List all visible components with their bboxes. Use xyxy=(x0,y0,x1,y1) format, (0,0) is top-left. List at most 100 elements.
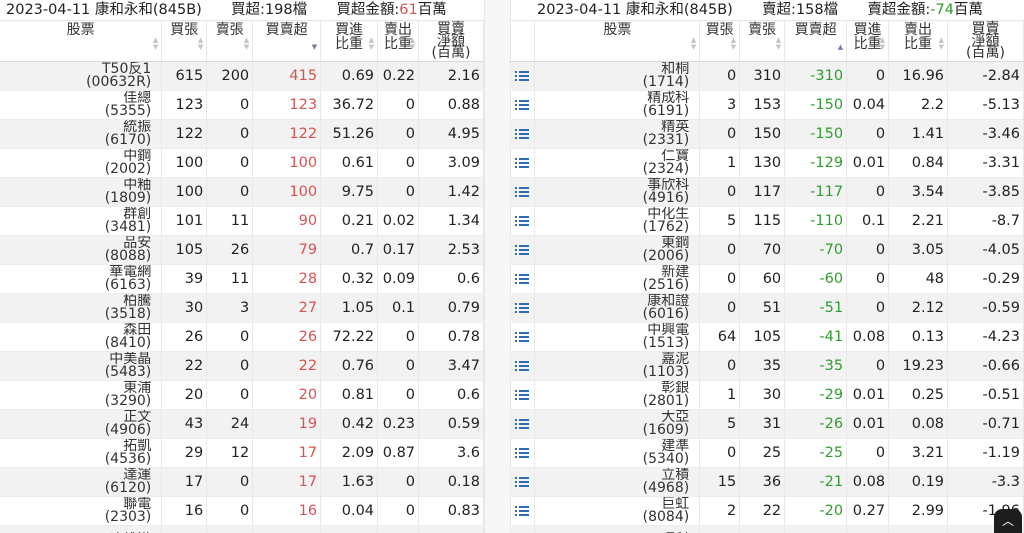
stock-cell[interactable]: 達運 (6120) xyxy=(0,467,163,497)
row-action-cell[interactable] xyxy=(509,496,536,526)
stock-cell[interactable]: 中鋼 (2002) xyxy=(0,148,163,178)
table-row[interactable]: 精英 (2331) 0 150 -150 0 1.41 -3.46 xyxy=(509,119,1024,149)
stock-cell[interactable]: 嘉泥 (1103) xyxy=(534,351,701,381)
table-row[interactable]: 中化生 (1762) 5 115 -110 0.1 2.21 -8.7 xyxy=(509,206,1024,236)
stock-cell[interactable]: 佳總 (5355) xyxy=(0,90,163,120)
col-header-net[interactable]: 買賣超 ▼ xyxy=(252,21,322,62)
stock-cell[interactable]: 大亞 (1609) xyxy=(534,409,701,439)
list-icon[interactable] xyxy=(514,360,529,372)
list-icon[interactable] xyxy=(514,244,529,256)
row-action-cell[interactable] xyxy=(509,380,536,410)
table-row[interactable]: 建準 (5340) 0 25 -25 0 3.21 -1.19 xyxy=(509,438,1024,468)
row-action-cell[interactable] xyxy=(509,177,536,207)
row-action-cell[interactable] xyxy=(509,438,536,468)
col-header-stock[interactable]: 股票 ▲ ▼ xyxy=(0,21,163,62)
stock-cell[interactable]: 中化生 (1762) xyxy=(534,206,701,236)
stock-cell[interactable]: 中興電 (1513) xyxy=(534,322,701,352)
list-icon[interactable] xyxy=(514,273,529,285)
row-action-cell[interactable] xyxy=(509,409,536,439)
stock-cell[interactable]: 環科 xyxy=(534,525,701,533)
stock-cell[interactable]: 康和證 (6016) xyxy=(534,293,701,323)
stock-cell[interactable]: 森田 (8410) xyxy=(0,322,163,352)
stock-cell[interactable]: 中釉 (1809) xyxy=(0,177,163,207)
table-row[interactable]: 仁寶 (2324) 1 130 -129 0.01 0.84 -3.31 xyxy=(509,148,1024,178)
list-icon[interactable] xyxy=(514,331,529,343)
col-header-buy-ratio[interactable]: 買進 比重 ▲ ▼ xyxy=(846,21,890,62)
stock-cell[interactable]: 立積 (4968) xyxy=(534,467,701,497)
row-action-cell[interactable] xyxy=(509,206,536,236)
table-row[interactable]: 事欣科 (4916) 0 117 -117 0 3.54 -3.85 xyxy=(509,177,1024,207)
col-header-sell-ratio[interactable]: 賣出 比重 ▲ ▼ xyxy=(377,21,420,62)
row-action-cell[interactable] xyxy=(509,148,536,178)
table-row[interactable]: 環科524-190.040.2-0.… xyxy=(509,525,1024,533)
table-row[interactable]: 中興電 (1513) 64 105 -41 0.08 0.13 -4.23 xyxy=(509,322,1024,352)
table-row[interactable]: 華電網 (6163) 39 11 28 0.32 0.09 0.6 xyxy=(0,264,484,294)
stock-cell[interactable]: 和桐 (1714) xyxy=(534,61,701,91)
stock-cell[interactable]: 新建 (2516) xyxy=(534,264,701,294)
table-row[interactable]: 拓凱 (4536) 29 12 17 2.09 0.87 3.6 xyxy=(0,438,484,468)
stock-cell[interactable]: T50反1 (00632R) xyxy=(0,61,163,91)
table-row[interactable]: 柏騰 (3518) 30 3 27 1.05 0.1 0.79 xyxy=(0,293,484,323)
stock-cell[interactable]: 品安 (8088) xyxy=(0,235,163,265)
col-header-sell[interactable]: 賣張 ▲ ▼ xyxy=(739,21,786,62)
table-row[interactable]: 品安 (8088) 105 26 79 0.7 0.17 2.53 xyxy=(0,235,484,265)
col-header-net[interactable]: 買賣超 ▲ xyxy=(784,21,848,62)
col-header-stock[interactable]: 股票 ▲ ▼ xyxy=(534,21,701,62)
list-icon[interactable] xyxy=(514,418,529,430)
stock-cell[interactable]: 聯電 (2303) xyxy=(0,496,163,526)
stock-cell[interactable]: 柏騰 (3518) xyxy=(0,293,163,323)
row-action-cell[interactable] xyxy=(509,351,536,381)
table-row[interactable]: 中美晶 (5483) 22 0 22 0.76 0 3.47 xyxy=(0,351,484,381)
stock-cell[interactable]: 精成科 (6191) xyxy=(534,90,701,120)
stock-cell[interactable]: 仁寶 (2324) xyxy=(534,148,701,178)
list-icon[interactable] xyxy=(514,476,529,488)
table-row[interactable]: 中鋼 (2002) 100 0 100 0.61 0 3.09 xyxy=(0,148,484,178)
list-icon[interactable] xyxy=(514,186,529,198)
list-icon[interactable] xyxy=(514,447,529,459)
table-row[interactable]: 精成科 (6191) 3 153 -150 0.04 2.2 -5.13 xyxy=(509,90,1024,120)
table-row[interactable]: 佳總 (5355) 123 0 123 36.72 0 0.88 xyxy=(0,90,484,120)
row-action-cell[interactable] xyxy=(509,90,536,120)
list-icon[interactable] xyxy=(514,70,529,82)
col-header-buy[interactable]: 買張 ▲ ▼ xyxy=(161,21,208,62)
stock-cell[interactable]: 群創 (3481) xyxy=(0,206,163,236)
table-row[interactable]: 群創 (3481) 101 11 90 0.21 0.02 1.34 xyxy=(0,206,484,236)
list-icon[interactable] xyxy=(514,215,529,227)
table-row[interactable]: 遠雄港150152.4801.04 xyxy=(0,525,484,533)
list-icon[interactable] xyxy=(514,505,529,517)
table-row[interactable]: 大亞 (1609) 5 31 -26 0.01 0.08 -0.71 xyxy=(509,409,1024,439)
table-row[interactable]: 東鋼 (2006) 0 70 -70 0 3.05 -4.05 xyxy=(509,235,1024,265)
table-row[interactable]: 彰銀 (2801) 1 30 -29 0.01 0.25 -0.51 xyxy=(509,380,1024,410)
list-icon[interactable] xyxy=(514,302,529,314)
stock-cell[interactable]: 建準 (5340) xyxy=(534,438,701,468)
table-row[interactable]: 正文 (4906) 43 24 19 0.42 0.23 0.59 xyxy=(0,409,484,439)
col-header-sell-ratio[interactable]: 賣出 比重 ▲ ▼ xyxy=(888,21,949,62)
stock-cell[interactable]: 華電網 (6163) xyxy=(0,264,163,294)
row-action-cell[interactable] xyxy=(509,235,536,265)
stock-cell[interactable]: 巨虹 (8084) xyxy=(534,496,701,526)
list-icon[interactable] xyxy=(514,389,529,401)
col-header-amount[interactable]: 買賣 淨額 (百萬) xyxy=(418,21,484,62)
table-row[interactable]: 立積 (4968) 15 36 -21 0.08 0.19 -3.3 xyxy=(509,467,1024,497)
table-row[interactable]: 康和證 (6016) 0 51 -51 0 2.12 -0.59 xyxy=(509,293,1024,323)
row-action-cell[interactable] xyxy=(509,264,536,294)
stock-cell[interactable]: 中美晶 (5483) xyxy=(0,351,163,381)
table-row[interactable]: T50反1 (00632R) 615 200 415 0.69 0.22 2.16 xyxy=(0,61,484,91)
row-action-cell[interactable] xyxy=(509,61,536,91)
table-row[interactable]: 聯電 (2303) 16 0 16 0.04 0 0.83 xyxy=(0,496,484,526)
col-header-amount[interactable]: 買賣 淨額 (百萬) xyxy=(947,21,1024,62)
table-row[interactable]: 新建 (2516) 0 60 -60 0 48 -0.29 xyxy=(509,264,1024,294)
stock-cell[interactable]: 正文 (4906) xyxy=(0,409,163,439)
stock-cell[interactable]: 遠雄港 xyxy=(0,525,163,533)
list-icon[interactable] xyxy=(514,99,529,111)
table-row[interactable]: 東浦 (3290) 20 0 20 0.81 0 0.6 xyxy=(0,380,484,410)
table-row[interactable]: 和桐 (1714) 0 310 -310 0 16.96 -2.84 xyxy=(509,61,1024,91)
row-action-cell[interactable] xyxy=(509,293,536,323)
stock-cell[interactable]: 拓凱 (4536) xyxy=(0,438,163,468)
table-row[interactable]: 達運 (6120) 17 0 17 1.63 0 0.18 xyxy=(0,467,484,497)
row-action-cell[interactable] xyxy=(509,119,536,149)
table-row[interactable]: 統振 (6170) 122 0 122 51.26 0 4.95 xyxy=(0,119,484,149)
col-header-buy-ratio[interactable]: 買進 比重 ▲ ▼ xyxy=(320,21,379,62)
row-action-cell[interactable] xyxy=(509,322,536,352)
stock-cell[interactable]: 統振 (6170) xyxy=(0,119,163,149)
